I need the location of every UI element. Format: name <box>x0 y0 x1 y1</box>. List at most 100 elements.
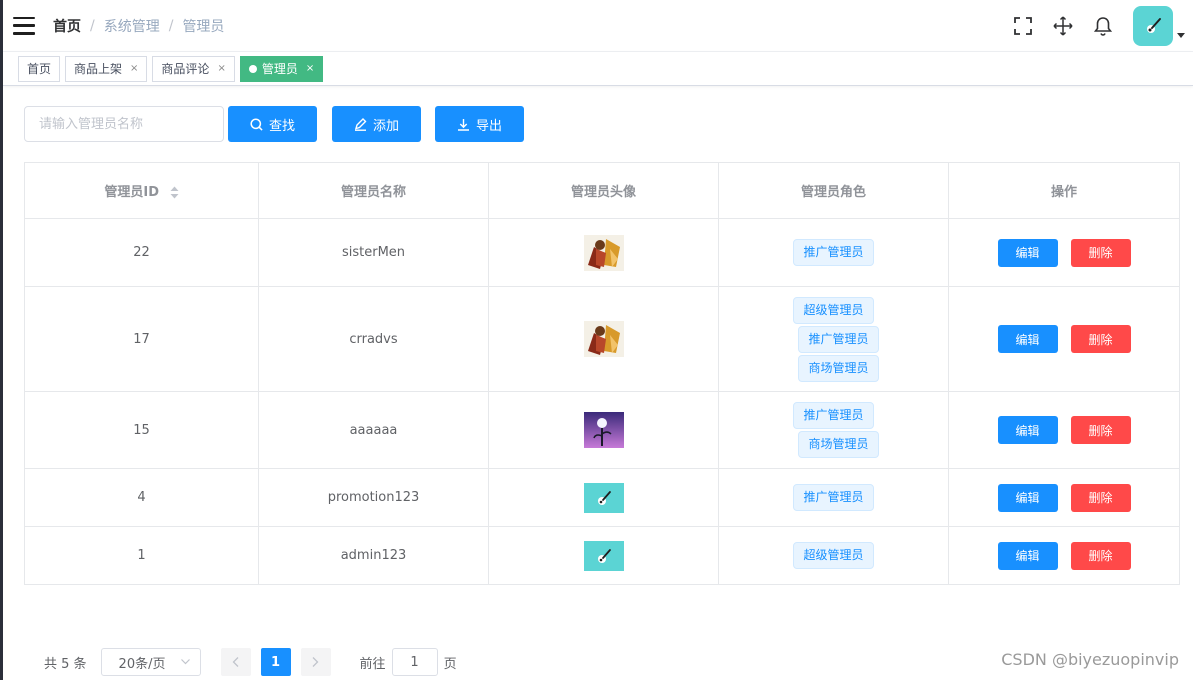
search-icon <box>250 117 263 131</box>
search-input[interactable] <box>24 106 224 142</box>
teal-logo-avatar-image <box>583 540 624 571</box>
cell-id: 17 <box>24 286 259 392</box>
breadcrumb: 首页 / 系统管理 / 管理员 <box>53 16 224 36</box>
edit-button[interactable]: 编辑 <box>997 238 1058 267</box>
user-avatar[interactable] <box>1133 6 1173 46</box>
export-button-label: 导出 <box>475 118 502 134</box>
role-tag: 推广管理员 <box>793 402 874 429</box>
prev-page-button[interactable] <box>220 648 251 676</box>
warrior-avatar-image <box>583 234 624 271</box>
cell-name: sisterMen <box>258 218 489 287</box>
close-icon[interactable]: × <box>217 63 225 74</box>
column-header-role: 管理员角色 <box>718 162 949 219</box>
cell-avatar <box>488 468 719 527</box>
cell-actions: 编辑 删除 <box>948 286 1180 392</box>
page-size-select[interactable]: 20条/页 <box>100 648 201 676</box>
edit-button[interactable]: 编辑 <box>997 325 1058 353</box>
chevron-down-icon[interactable] <box>1177 32 1185 38</box>
role-tag: 超级管理员 <box>793 542 874 569</box>
toolbar: 查找 添加 导出 <box>24 106 524 142</box>
breadcrumb-separator: / <box>90 17 95 34</box>
tag-label: 商品评论 <box>161 62 210 76</box>
goto-page-input[interactable] <box>391 648 438 676</box>
column-header-id[interactable]: 管理员ID <box>24 162 259 219</box>
page-size-value: 20条/页 <box>118 656 166 672</box>
cell-roles: 超级管理员 <box>718 526 949 585</box>
edit-button[interactable]: 编辑 <box>997 416 1058 444</box>
column-header-actions: 操作 <box>948 162 1180 219</box>
tag-label: 管理员 <box>261 62 298 76</box>
tags-view: 首页 商品上架 × 商品评论 × 管理员 × <box>3 52 1193 86</box>
hamburger-menu-icon[interactable] <box>13 16 35 35</box>
cell-actions: 编辑 删除 <box>948 526 1180 585</box>
close-icon[interactable]: × <box>306 63 314 74</box>
cell-actions: 编辑 删除 <box>948 218 1180 287</box>
cell-roles: 推广管理员 商场管理员 <box>718 391 949 469</box>
active-dot-icon <box>248 64 257 73</box>
column-header-name: 管理员名称 <box>258 162 489 219</box>
teal-logo-avatar-image <box>583 482 624 513</box>
tag-home[interactable]: 首页 <box>18 55 61 82</box>
table-row: 22 sisterMen 推广管理员 编辑 删除 <box>24 218 1180 287</box>
pagination-total: 共 5 条 <box>44 656 87 672</box>
role-tag: 超级管理员 <box>793 296 874 324</box>
cell-avatar <box>488 526 719 585</box>
table-row: 4 promotion123 推广管理员 编辑 删除 <box>24 468 1180 527</box>
close-icon[interactable]: × <box>130 63 138 74</box>
delete-button[interactable]: 删除 <box>1070 238 1131 267</box>
cell-actions: 编辑 删除 <box>948 468 1180 527</box>
breadcrumb-current: 管理员 <box>182 18 225 35</box>
cell-id: 15 <box>24 391 259 469</box>
bell-icon[interactable] <box>1093 16 1113 36</box>
chevron-right-icon <box>312 657 319 667</box>
edit-button[interactable]: 编辑 <box>997 541 1058 570</box>
search-button-label: 查找 <box>268 118 295 134</box>
goto-suffix: 页 <box>443 656 457 672</box>
next-page-button[interactable] <box>300 648 331 676</box>
tag-product-comments[interactable]: 商品评论 × <box>152 55 235 82</box>
delete-button[interactable]: 删除 <box>1070 416 1131 444</box>
column-header-avatar: 管理员头像 <box>488 162 719 219</box>
cell-avatar <box>488 218 719 287</box>
cell-avatar <box>488 286 719 392</box>
edit-button[interactable]: 编辑 <box>997 483 1058 512</box>
search-button[interactable]: 查找 <box>228 106 317 142</box>
cell-name: crradvs <box>258 286 489 392</box>
pagination: 共 5 条 20条/页 1 前往 页 <box>44 648 457 676</box>
page-number-current[interactable]: 1 <box>260 648 291 676</box>
table-row: 1 admin123 超级管理员 编辑 删除 <box>24 526 1180 585</box>
sort-icon[interactable] <box>170 186 179 199</box>
add-button[interactable]: 添加 <box>332 106 421 142</box>
download-icon <box>457 118 469 131</box>
navbar: 首页 / 系统管理 / 管理员 <box>3 0 1193 52</box>
tag-product-listing[interactable]: 商品上架 × <box>65 55 148 82</box>
cell-avatar <box>488 391 719 469</box>
cell-roles: 推广管理员 <box>718 468 949 527</box>
breadcrumb-home[interactable]: 首页 <box>53 16 81 36</box>
cell-name: admin123 <box>258 526 489 585</box>
edit-icon <box>354 117 367 131</box>
export-button[interactable]: 导出 <box>435 106 524 142</box>
fullscreen-icon[interactable] <box>1013 16 1033 36</box>
role-tag: 推广管理员 <box>793 239 874 266</box>
goto-prefix: 前往 <box>359 656 386 672</box>
chevron-left-icon <box>232 657 239 667</box>
role-tag: 推广管理员 <box>793 484 874 511</box>
flower-avatar-image <box>583 412 624 448</box>
tag-admin[interactable]: 管理员 × <box>239 55 324 82</box>
add-button-label: 添加 <box>372 118 399 134</box>
tag-label: 商品上架 <box>74 62 123 76</box>
delete-button[interactable]: 删除 <box>1070 541 1131 570</box>
delete-button[interactable]: 删除 <box>1070 483 1131 512</box>
cell-roles: 推广管理员 <box>718 218 949 287</box>
sidebar-edge <box>0 0 3 680</box>
cell-id: 4 <box>24 468 259 527</box>
cell-name: aaaaaa <box>258 391 489 469</box>
cell-id: 22 <box>24 218 259 287</box>
table-row: 17 crradvs 超级管理员 推广管理员 商场管理员 编辑 删除 <box>24 286 1180 392</box>
column-label: 管理员ID <box>104 185 160 200</box>
role-tag: 商场管理员 <box>798 431 879 458</box>
delete-button[interactable]: 删除 <box>1070 325 1131 353</box>
move-icon[interactable] <box>1053 16 1073 36</box>
chevron-down-icon <box>180 659 190 665</box>
